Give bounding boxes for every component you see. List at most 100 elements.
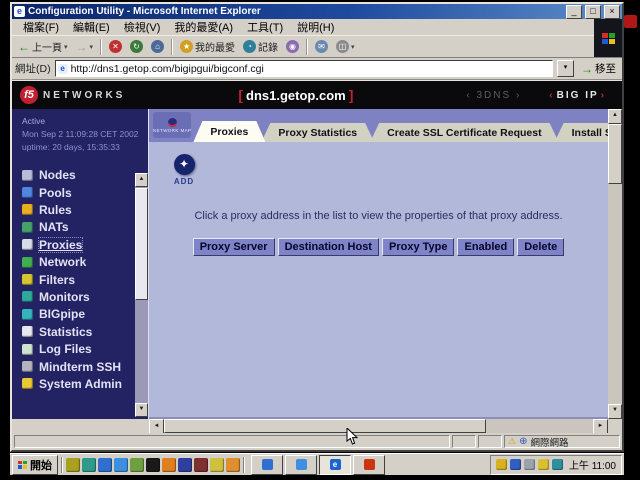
add-label: ADD bbox=[171, 177, 197, 186]
antivirus-icon[interactable] bbox=[538, 459, 549, 470]
scroll-down-icon[interactable]: ▼ bbox=[135, 403, 148, 417]
vertical-scrollbar[interactable]: ▲ ▼ bbox=[608, 109, 622, 419]
display-icon[interactable] bbox=[524, 459, 535, 470]
taskbar-separator bbox=[243, 457, 245, 473]
task-window-button[interactable] bbox=[285, 455, 317, 475]
menu-favorites[interactable]: 我的最愛(A) bbox=[167, 18, 240, 36]
quicklaunch-icon[interactable] bbox=[210, 458, 224, 472]
close-button[interactable]: × bbox=[604, 5, 620, 19]
menu-help[interactable]: 說明(H) bbox=[290, 18, 341, 36]
go-icon: → bbox=[581, 62, 593, 76]
sidebar-item-proxies[interactable]: Proxies bbox=[22, 236, 148, 253]
volume-icon[interactable] bbox=[496, 459, 507, 470]
quicklaunch-icon[interactable] bbox=[194, 458, 208, 472]
media-button[interactable]: ◉ bbox=[283, 39, 302, 54]
column-destination-host[interactable]: Destination Host bbox=[278, 238, 379, 256]
toolbar-separator bbox=[306, 39, 308, 55]
menu-edit[interactable]: 編輯(E) bbox=[66, 18, 117, 36]
history-button[interactable]: ◔ 記錄 bbox=[240, 38, 281, 55]
menu-tools[interactable]: 工具(T) bbox=[240, 18, 290, 36]
scroll-down-icon[interactable]: ▼ bbox=[608, 404, 622, 419]
sidebar-item-mindterm-ssh[interactable]: Mindterm SSH bbox=[22, 358, 148, 375]
quicklaunch-icon[interactable] bbox=[114, 458, 128, 472]
taskbar-separator bbox=[61, 457, 63, 473]
sidebar-item-log-files[interactable]: Log Files bbox=[22, 340, 148, 357]
favorites-button[interactable]: ★ 我的最愛 bbox=[177, 38, 238, 55]
sidebar-item-pools[interactable]: Pools bbox=[22, 184, 148, 201]
add-icon[interactable]: ✦ bbox=[174, 154, 195, 175]
sidebar-item-statistics[interactable]: Statistics bbox=[22, 323, 148, 340]
quicklaunch-icon[interactable] bbox=[178, 458, 192, 472]
horizontal-scrollbar[interactable]: ◄ bbox=[149, 419, 593, 433]
quicklaunch-icon[interactable] bbox=[82, 458, 96, 472]
network-status-icon[interactable] bbox=[510, 459, 521, 470]
home-button[interactable]: ⌂ bbox=[148, 39, 167, 54]
taskbar-clock[interactable]: 上午 11:00 bbox=[566, 457, 616, 472]
task-window-button[interactable] bbox=[353, 455, 385, 475]
sidebar-item-network[interactable]: Network bbox=[22, 253, 148, 270]
chevron-icon: ‹ bbox=[547, 90, 556, 101]
vertical-scroll-thumb[interactable] bbox=[608, 124, 622, 184]
task-window-button[interactable] bbox=[251, 455, 283, 475]
sidebar-scroll-thumb[interactable] bbox=[135, 188, 148, 300]
tab-install-ssl-certificate[interactable]: Install SSL Certif bbox=[555, 123, 608, 142]
column-proxy-type[interactable]: Proxy Type bbox=[382, 238, 455, 256]
sidebar-item-nodes[interactable]: Nodes bbox=[22, 167, 148, 184]
link-bigip[interactable]: ‹BIG IP› bbox=[547, 90, 608, 101]
menu-view[interactable]: 檢視(V) bbox=[117, 18, 168, 36]
minimize-button[interactable]: _ bbox=[566, 5, 582, 19]
task-window-button-active[interactable]: e bbox=[319, 455, 351, 475]
column-delete[interactable]: Delete bbox=[517, 238, 564, 256]
forward-button[interactable]: → ▾ bbox=[73, 39, 97, 55]
forward-dropdown-icon[interactable]: ▾ bbox=[90, 43, 94, 51]
site-header: f5 NETWORKS [dns1.getop.com] ‹ 3DNS › ‹B… bbox=[12, 81, 622, 109]
filters-icon bbox=[22, 274, 33, 285]
sidebar-item-nats[interactable]: NATs bbox=[22, 219, 148, 236]
print-dropdown-icon[interactable]: ▾ bbox=[351, 43, 355, 51]
horizontal-scroll-thumb[interactable] bbox=[164, 419, 486, 433]
address-dropdown-button[interactable]: ▾ bbox=[557, 60, 574, 77]
quicklaunch-icon[interactable] bbox=[98, 458, 112, 472]
address-input[interactable]: e http://dns1.getop.com/bigipgui/bigconf… bbox=[55, 60, 553, 77]
network-map-button[interactable]: NETWORK MAP bbox=[153, 112, 191, 138]
sidebar-item-rules[interactable]: Rules bbox=[22, 201, 148, 218]
quicklaunch-icon[interactable] bbox=[130, 458, 144, 472]
sidebar-scrollbar[interactable]: ▲ ▼ bbox=[135, 173, 148, 417]
title-bar[interactable]: e Configuration Utility - Microsoft Inte… bbox=[12, 4, 622, 19]
menu-file[interactable]: 檔案(F) bbox=[16, 18, 66, 36]
restore-button[interactable]: □ bbox=[585, 5, 601, 19]
link-3dns[interactable]: ‹ 3DNS › bbox=[466, 90, 521, 101]
quicklaunch-icon[interactable] bbox=[226, 458, 240, 472]
refresh-button[interactable]: ↻ bbox=[127, 39, 146, 54]
instruction-text: Click a proxy address in the list to vie… bbox=[149, 210, 608, 222]
column-proxy-server[interactable]: Proxy Server bbox=[193, 238, 275, 256]
sidebar-item-system-admin[interactable]: System Admin bbox=[22, 375, 148, 392]
print-button[interactable]: ◫ ▾ bbox=[333, 39, 358, 54]
sidebar-item-bigpipe[interactable]: BIGpipe bbox=[22, 306, 148, 323]
mail-button[interactable]: ✉ bbox=[312, 39, 331, 54]
address-url[interactable]: http://dns1.getop.com/bigipgui/bigconf.c… bbox=[71, 63, 264, 75]
horizontal-scrollbar-end[interactable]: ► bbox=[593, 419, 608, 433]
tab-proxy-statistics[interactable]: Proxy Statistics bbox=[261, 123, 374, 142]
tab-create-ssl-certificate-request[interactable]: Create SSL Certificate Request bbox=[370, 123, 558, 142]
tab-proxies[interactable]: Proxies bbox=[193, 121, 265, 142]
quicklaunch-icon[interactable] bbox=[146, 458, 160, 472]
sidebar-item-filters[interactable]: Filters bbox=[22, 271, 148, 288]
quicklaunch-icon[interactable] bbox=[66, 458, 80, 472]
quicklaunch-icon[interactable] bbox=[162, 458, 176, 472]
stop-button[interactable]: ✕ bbox=[106, 39, 125, 54]
back-dropdown-icon[interactable]: ▾ bbox=[64, 43, 68, 51]
column-enabled[interactable]: Enabled bbox=[457, 238, 514, 256]
tab-strip: NETWORK MAP Proxies Proxy Statistics Cre… bbox=[149, 109, 608, 142]
hostname-banner: [dns1.getop.com] bbox=[125, 87, 466, 103]
scroll-up-icon[interactable]: ▲ bbox=[608, 109, 622, 124]
add-proxy-button[interactable]: ✦ ADD bbox=[171, 154, 197, 186]
scroll-up-icon[interactable]: ▲ bbox=[135, 173, 148, 187]
go-button[interactable]: → 移至 bbox=[578, 61, 619, 76]
page-favicon: e bbox=[58, 64, 68, 74]
connection-icon[interactable] bbox=[552, 459, 563, 470]
quick-launch bbox=[66, 458, 240, 472]
sidebar-item-monitors[interactable]: Monitors bbox=[22, 288, 148, 305]
start-button[interactable]: 開始 bbox=[12, 455, 58, 475]
back-button[interactable]: ← 上一頁 ▾ bbox=[15, 38, 71, 55]
